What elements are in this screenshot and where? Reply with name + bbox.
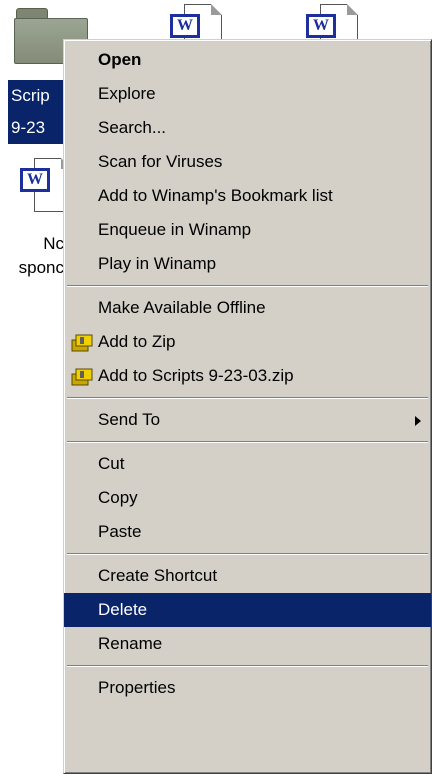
menu-item-add-to-named-zip[interactable]: Add to Scripts 9-23-03.zip <box>64 359 431 393</box>
selected-folder-label[interactable]: Scrip 9-23 <box>8 80 67 144</box>
menu-item-send-to[interactable]: Send To <box>64 403 431 437</box>
menu-separator <box>64 281 431 291</box>
context-menu: Open Explore Search... Scan for Viruses … <box>63 39 432 774</box>
menu-item-open[interactable]: Open <box>64 43 431 77</box>
menu-item-play-winamp[interactable]: Play in Winamp <box>64 247 431 281</box>
menu-item-add-to-zip[interactable]: Add to Zip <box>64 325 431 359</box>
menu-item-properties[interactable]: Properties <box>64 671 431 705</box>
document-label[interactable]: Nc sponc <box>0 232 64 280</box>
menu-item-rename[interactable]: Rename <box>64 627 431 661</box>
label-line: Nc <box>43 234 64 253</box>
menu-item-delete[interactable]: Delete <box>64 593 431 627</box>
menu-item-explore[interactable]: Explore <box>64 77 431 111</box>
menu-item-search[interactable]: Search... <box>64 111 431 145</box>
menu-separator <box>64 661 431 671</box>
menu-item-winamp-bookmark[interactable]: Add to Winamp's Bookmark list <box>64 179 431 213</box>
menu-item-copy[interactable]: Copy <box>64 481 431 515</box>
menu-item-cut[interactable]: Cut <box>64 447 431 481</box>
menu-item-paste[interactable]: Paste <box>64 515 431 549</box>
zip-icon <box>71 368 93 386</box>
menu-separator <box>64 549 431 559</box>
menu-item-create-shortcut[interactable]: Create Shortcut <box>64 559 431 593</box>
menu-item-make-offline[interactable]: Make Available Offline <box>64 291 431 325</box>
menu-item-enqueue-winamp[interactable]: Enqueue in Winamp <box>64 213 431 247</box>
submenu-arrow-icon <box>415 416 421 426</box>
menu-separator <box>64 393 431 403</box>
menu-item-scan-viruses[interactable]: Scan for Viruses <box>64 145 431 179</box>
menu-separator <box>64 437 431 447</box>
label-line: Scrip <box>11 86 50 105</box>
label-line: 9-23 <box>11 118 46 137</box>
label-line: sponc <box>18 258 64 277</box>
zip-icon <box>71 334 93 352</box>
